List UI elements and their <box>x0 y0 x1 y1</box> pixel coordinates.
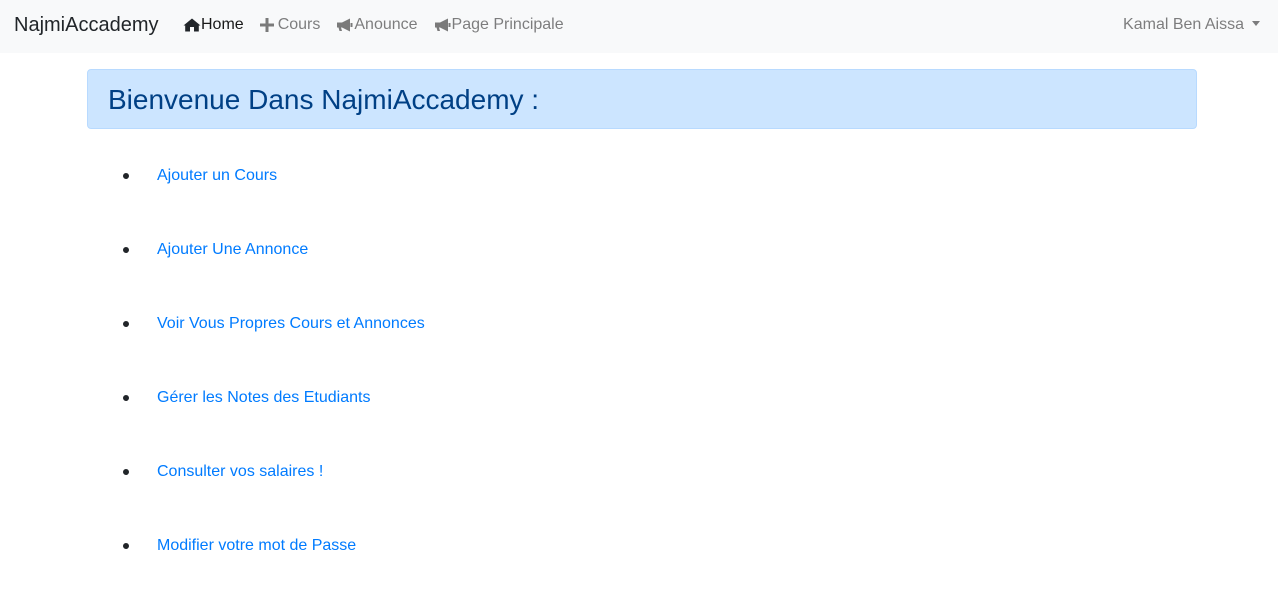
bullet-icon <box>123 543 129 549</box>
user-name: Kamal Ben Aissa <box>1123 16 1244 33</box>
nav-link-cours[interactable]: Cours <box>259 15 321 35</box>
bullhorn-icon <box>336 17 354 33</box>
nav-link-cours-label: Cours <box>277 16 321 33</box>
bullet-icon <box>123 395 129 401</box>
user-dropdown[interactable]: Kamal Ben Aissa <box>1123 15 1260 35</box>
nav-link-home[interactable]: Home <box>183 15 244 35</box>
link-modifier-mot-de-passe[interactable]: Modifier votre mot de Passe <box>157 536 356 556</box>
nav-link-page-principale[interactable]: Page Principale <box>434 15 564 35</box>
list-item: Gérer les Notes des Etudiants <box>120 386 720 410</box>
list-item: Voir Vous Propres Cours et Annonces <box>120 312 720 336</box>
nav-links: Home Cours Anounce Page Principale <box>183 15 580 35</box>
bullet-icon <box>123 173 129 179</box>
welcome-banner: Bienvenue Dans NajmiAccademy : <box>87 69 1197 129</box>
link-voir-cours-annonces[interactable]: Voir Vous Propres Cours et Annonces <box>157 314 425 334</box>
bullet-icon <box>123 321 129 327</box>
link-ajouter-annonce[interactable]: Ajouter Une Annonce <box>157 240 308 260</box>
nav-link-anounce-label: Anounce <box>354 16 418 33</box>
list-item: Ajouter un Cours <box>120 164 720 188</box>
bullet-icon <box>123 247 129 253</box>
link-consulter-salaires[interactable]: Consulter vos salaires ! <box>157 462 323 482</box>
bullhorn-icon <box>434 17 452 33</box>
welcome-title: Bienvenue Dans NajmiAccademy : <box>108 84 540 115</box>
navbar: NajmiAccademy Home Cours Anounce Page Pr… <box>0 0 1278 53</box>
chevron-down-icon <box>1252 20 1260 26</box>
list-item: Modifier votre mot de Passe <box>120 534 720 558</box>
bullet-icon <box>123 469 129 475</box>
list-item: Consulter vos salaires ! <box>120 460 720 484</box>
nav-link-anounce[interactable]: Anounce <box>336 15 418 35</box>
list-item: Ajouter Une Annonce <box>120 238 720 262</box>
home-icon <box>183 17 201 33</box>
link-ajouter-cours[interactable]: Ajouter un Cours <box>157 166 277 186</box>
link-gerer-notes[interactable]: Gérer les Notes des Etudiants <box>157 388 370 408</box>
nav-link-home-label: Home <box>201 16 244 33</box>
nav-link-page-principale-label: Page Principale <box>451 16 564 33</box>
brand-logo[interactable]: NajmiAccademy <box>14 13 158 37</box>
plus-icon <box>259 17 278 33</box>
